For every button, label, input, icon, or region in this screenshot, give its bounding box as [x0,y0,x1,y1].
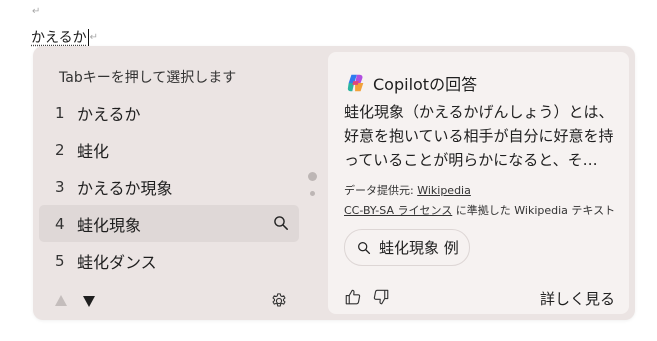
copilot-title: Copilotの回答 [373,75,478,94]
candidate-list: 1 かえるか 2 蛙化 3 かえるか現象 4 蛙化現象 5 蛙化ダンス [39,94,299,279]
search-icon[interactable] [273,215,289,231]
next-page-arrow-icon[interactable] [83,296,95,307]
document-line[interactable]: かえるか ↵ [31,27,98,47]
candidate-number: 2 [55,140,65,159]
candidate-item-selected[interactable]: 4 蛙化現象 [39,205,299,242]
candidate-area: Tabキーを押して選択します 1 かえるか 2 蛙化 3 かえるか現象 4 蛙化… [33,52,322,314]
license-line: CC-BY-SA ライセンス に準拠した Wikipedia テキスト [344,202,615,218]
thumbs-up-icon[interactable] [344,288,362,306]
copilot-answer-card: Copilotの回答 蛙化現象（かえるかげんしょう）とは、好意を抱いている相手が… [328,52,629,314]
copilot-logo-icon [347,74,364,92]
search-icon [358,241,371,254]
provider-label: データ提供元: [344,184,418,197]
paragraph-mark: ↵ [89,31,98,43]
text-caret [87,28,89,46]
page-dot-current [307,172,317,181]
candidate-number: 3 [55,177,65,196]
data-provider: データ提供元: Wikipedia [344,182,471,198]
copilot-header: Copilotの回答 [345,71,477,95]
ime-candidate-panel: Tabキーを押して選択します 1 かえるか 2 蛙化 3 かえるか現象 4 蛙化… [33,46,635,320]
copilot-description: 蛙化現象（かえるかげんしょう）とは、好意を抱いている相手が自分に好意を持っている… [344,103,614,169]
paragraph-mark: ↵ [32,6,41,17]
candidate-text: 蛙化現象 [77,215,142,235]
page-dot [309,191,315,196]
candidate-text: 蛙化 [77,141,110,161]
see-more-link[interactable]: 詳しく見る [540,288,615,309]
tab-hint: Tabキーを押して選択します [59,70,237,86]
previous-page-arrow-icon[interactable] [55,295,67,306]
search-suggestion-text: 蛙化現象 例 [379,239,459,257]
candidate-text: かえるか [77,104,141,124]
composition-text[interactable]: かえるか [31,27,87,47]
candidate-number: 4 [55,214,65,233]
candidate-item[interactable]: 2 蛙化 [39,131,299,168]
candidate-item[interactable]: 5 蛙化ダンス [39,242,299,279]
candidate-item[interactable]: 3 かえるか現象 [39,168,299,205]
wikipedia-link[interactable]: Wikipedia [417,184,471,197]
license-text: に準拠した Wikipedia テキスト [452,204,616,217]
candidate-number: 1 [55,103,65,122]
gear-icon[interactable] [270,292,288,310]
license-link[interactable]: CC-BY-SA ライセンス [344,204,452,217]
thumbs-down-icon[interactable] [372,288,390,306]
candidate-item[interactable]: 1 かえるか [39,94,299,131]
candidate-text: 蛙化ダンス [77,252,157,272]
page-indicator[interactable] [306,172,318,196]
candidate-number: 5 [55,251,65,270]
candidate-text: かえるか現象 [77,178,173,198]
search-suggestion-chip[interactable]: 蛙化現象 例 [344,229,470,266]
